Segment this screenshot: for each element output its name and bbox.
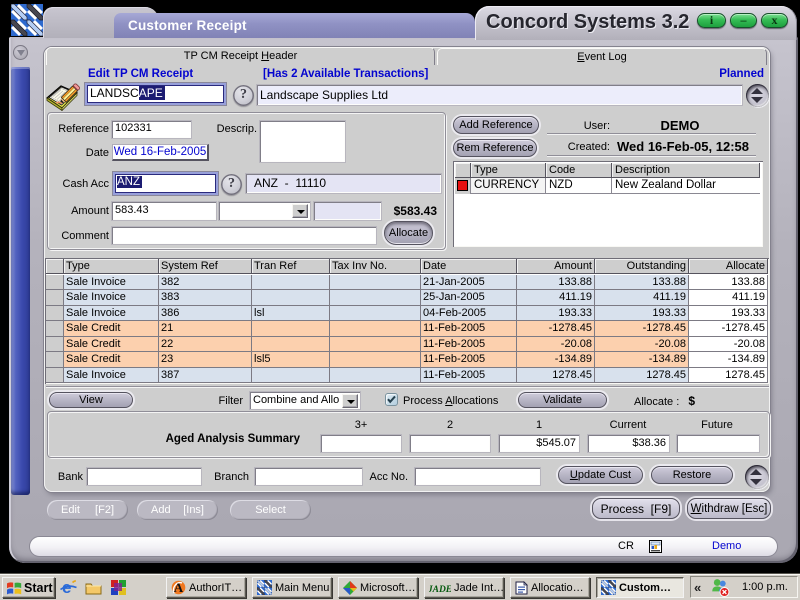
- svg-text:A: A: [174, 580, 184, 595]
- svg-text:JADE: JADE: [429, 585, 451, 594]
